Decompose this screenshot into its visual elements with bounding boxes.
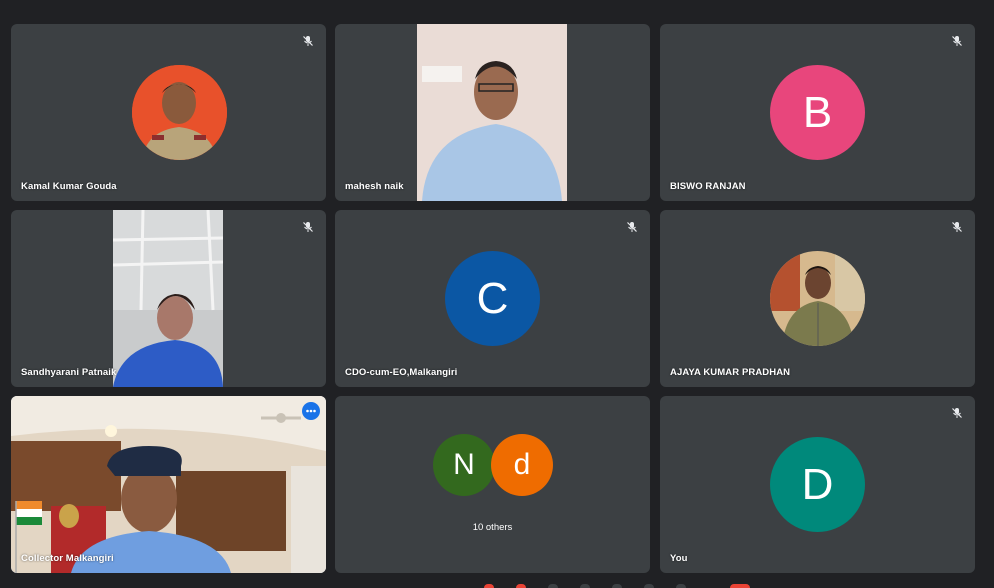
participant-tile[interactable]: Sandhyarani Patnaik xyxy=(11,210,326,387)
participant-video xyxy=(11,396,326,573)
participant-name: Sandhyarani Patnaik xyxy=(21,367,117,378)
participant-tile[interactable]: B BISWO RANJAN xyxy=(660,24,975,201)
participant-name: mahesh naik xyxy=(345,181,404,192)
participant-tile[interactable]: mahesh naik xyxy=(335,24,650,201)
control-button[interactable] xyxy=(516,584,526,588)
control-button[interactable] xyxy=(484,584,494,588)
participant-tile[interactable]: C CDO-cum-EO,Malkangiri xyxy=(335,210,650,387)
more-options-icon xyxy=(306,409,316,413)
participant-tile-self[interactable]: D You xyxy=(660,396,975,573)
participant-name: AJAYA KUMAR PRADHAN xyxy=(670,367,791,378)
participant-name: CDO-cum-EO,Malkangiri xyxy=(345,367,458,378)
participant-video xyxy=(417,24,567,201)
participant-tile-active[interactable]: Collector Malkangiri xyxy=(11,396,326,573)
mic-off-icon xyxy=(952,408,962,418)
control-button[interactable] xyxy=(676,584,686,588)
participant-name: Collector Malkangiri xyxy=(21,553,114,564)
mic-off-icon xyxy=(303,222,313,232)
control-button[interactable] xyxy=(644,584,654,588)
participant-name: BISWO RANJAN xyxy=(670,181,746,192)
more-options-button[interactable] xyxy=(302,402,320,420)
participant-avatar: C xyxy=(445,251,540,346)
participant-name: Kamal Kumar Gouda xyxy=(21,181,117,192)
control-button[interactable] xyxy=(612,584,622,588)
participant-name: You xyxy=(670,553,688,564)
participant-video xyxy=(113,210,223,387)
control-button[interactable] xyxy=(548,584,558,588)
control-button[interactable] xyxy=(580,584,590,588)
participant-tile[interactable]: Kamal Kumar Gouda xyxy=(11,24,326,201)
mic-off-icon xyxy=(627,222,637,232)
leave-call-button[interactable] xyxy=(730,584,750,588)
participant-photo xyxy=(132,65,227,160)
participant-avatar: N xyxy=(433,434,495,496)
participant-avatar: D xyxy=(770,437,865,532)
participant-avatar: B xyxy=(770,65,865,160)
participant-photo xyxy=(770,251,865,346)
others-tile[interactable]: N d 10 others xyxy=(335,396,650,573)
others-count-label: 10 others xyxy=(472,522,513,533)
participant-avatar: d xyxy=(491,434,553,496)
mic-off-icon xyxy=(303,36,313,46)
control-bar xyxy=(0,582,994,588)
participant-tile[interactable]: AJAYA KUMAR PRADHAN xyxy=(660,210,975,387)
mic-off-icon xyxy=(952,36,962,46)
mic-off-icon xyxy=(952,222,962,232)
